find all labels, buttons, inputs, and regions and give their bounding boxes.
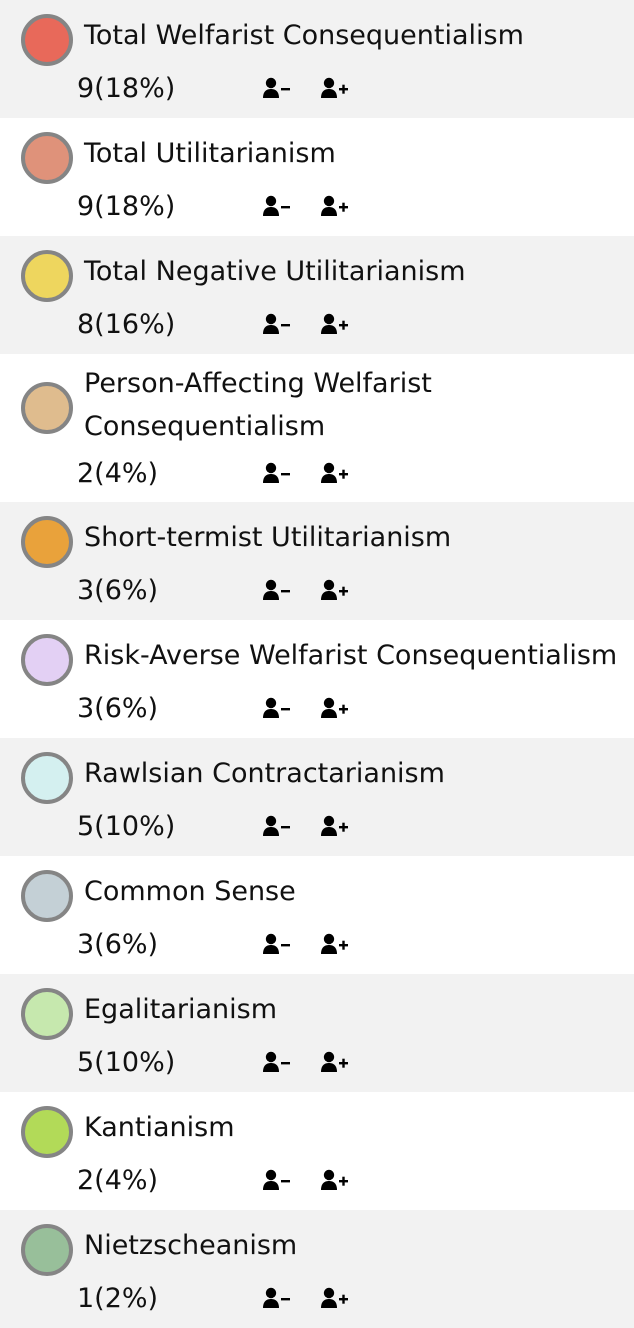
user-plus-button[interactable] (320, 696, 350, 722)
user-plus-button[interactable] (320, 1168, 350, 1194)
theory-name: Rawlsian Contractarianism (84, 758, 445, 789)
theory-count: 5(10%) (77, 1047, 176, 1078)
user-minus-button[interactable] (262, 1286, 292, 1312)
user-minus-button[interactable] (262, 814, 292, 840)
user-plus-icon (321, 579, 348, 600)
theory-row: Egalitarianism 5(10%) (0, 974, 634, 1092)
user-minus-button[interactable] (262, 76, 292, 102)
user-plus-button[interactable] (320, 1050, 350, 1076)
theory-name: Risk-Averse Welfarist Consequentialism (84, 640, 618, 671)
color-swatch (21, 132, 73, 184)
color-swatch (21, 14, 73, 66)
user-plus-button[interactable] (320, 194, 350, 220)
theory-name: Total Negative Utilitarianism (84, 256, 466, 287)
theory-row: Risk-Averse Welfarist Consequentialism 3… (0, 620, 634, 738)
color-swatch (21, 870, 73, 922)
theory-name: Common Sense (84, 876, 296, 907)
user-plus-icon (321, 1169, 348, 1190)
user-minus-icon (263, 1287, 290, 1308)
user-plus-button[interactable] (320, 1286, 350, 1312)
user-minus-button[interactable] (262, 1168, 292, 1194)
user-minus-button[interactable] (262, 461, 292, 487)
user-plus-icon (321, 195, 348, 216)
user-plus-button[interactable] (320, 312, 350, 338)
color-swatch (21, 1224, 73, 1276)
user-plus-button[interactable] (320, 461, 350, 487)
theory-count: 3(6%) (77, 929, 159, 960)
user-plus-button[interactable] (320, 814, 350, 840)
user-plus-icon (321, 1051, 348, 1072)
user-minus-button[interactable] (262, 578, 292, 604)
user-minus-button[interactable] (262, 194, 292, 220)
user-minus-icon (263, 77, 290, 98)
theory-list: Total Welfarist Consequentialism 9(18%) … (0, 0, 634, 1328)
theory-row: Rawlsian Contractarianism 5(10%) (0, 738, 634, 856)
user-minus-icon (263, 313, 290, 334)
color-swatch (21, 516, 73, 568)
user-plus-icon (321, 933, 348, 954)
theory-row: Total Negative Utilitarianism 8(16%) (0, 236, 634, 354)
user-plus-icon (321, 313, 348, 334)
user-plus-icon (321, 77, 348, 98)
user-minus-button[interactable] (262, 932, 292, 958)
theory-row: Total Utilitarianism 9(18%) (0, 118, 634, 236)
theory-count: 2(4%) (77, 458, 159, 489)
user-minus-icon (263, 1051, 290, 1072)
color-swatch (21, 250, 73, 302)
theory-count: 8(16%) (77, 309, 176, 340)
color-swatch (21, 634, 73, 686)
user-plus-icon (321, 697, 348, 718)
theory-row: Nietzscheanism 1(2%) (0, 1210, 634, 1328)
user-minus-icon (263, 579, 290, 600)
color-swatch (21, 1106, 73, 1158)
user-minus-button[interactable] (262, 312, 292, 338)
theory-count: 1(2%) (77, 1283, 159, 1314)
color-swatch (21, 988, 73, 1040)
theory-name: Nietzscheanism (84, 1230, 298, 1261)
theory-row: Total Welfarist Consequentialism 9(18%) (0, 0, 634, 118)
user-minus-icon (263, 697, 290, 718)
theory-name: Egalitarianism (84, 994, 278, 1025)
theory-row: Short-termist Utilitarianism 3(6%) (0, 502, 634, 620)
theory-name: Total Welfarist Consequentialism (84, 20, 524, 51)
theory-count: 9(18%) (77, 191, 176, 222)
color-swatch (21, 382, 73, 434)
user-minus-icon (263, 1169, 290, 1190)
theory-count: 3(6%) (77, 575, 159, 606)
user-plus-button[interactable] (320, 578, 350, 604)
user-minus-icon (263, 195, 290, 216)
user-minus-icon (263, 815, 290, 836)
user-plus-button[interactable] (320, 76, 350, 102)
theory-name: Person-Affecting Welfarist Consequential… (84, 368, 432, 442)
theory-name: Total Utilitarianism (84, 138, 336, 169)
user-plus-icon (321, 1287, 348, 1308)
theory-count: 2(4%) (77, 1165, 159, 1196)
theory-row: Person-Affecting Welfarist Consequential… (0, 354, 634, 502)
theory-name: Short-termist Utilitarianism (84, 522, 452, 553)
user-plus-icon (321, 815, 348, 836)
theory-row: Common Sense 3(6%) (0, 856, 634, 974)
user-minus-icon (263, 933, 290, 954)
user-minus-button[interactable] (262, 1050, 292, 1076)
user-plus-button[interactable] (320, 932, 350, 958)
user-plus-icon (321, 462, 348, 483)
theory-row: Kantianism 2(4%) (0, 1092, 634, 1210)
color-swatch (21, 752, 73, 804)
theory-count: 3(6%) (77, 693, 159, 724)
user-minus-icon (263, 462, 290, 483)
theory-count: 5(10%) (77, 811, 176, 842)
theory-name: Kantianism (84, 1112, 235, 1143)
user-minus-button[interactable] (262, 696, 292, 722)
theory-count: 9(18%) (77, 73, 176, 104)
